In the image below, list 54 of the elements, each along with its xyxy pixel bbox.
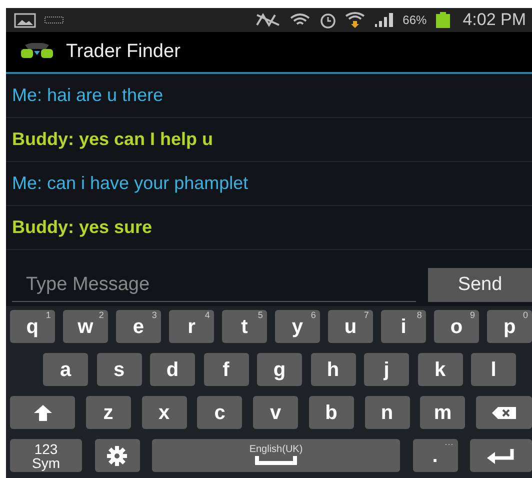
letter-key[interactable]: n xyxy=(364,396,410,429)
send-button[interactable]: Send xyxy=(428,268,532,302)
settings-key[interactable] xyxy=(94,439,140,472)
backspace-key[interactable] xyxy=(476,396,532,429)
wifi-download-icon xyxy=(344,11,365,29)
letter-key[interactable]: m xyxy=(420,396,466,429)
letter-key[interactable]: e 3 xyxy=(116,310,161,343)
letter-key[interactable]: p 0 xyxy=(487,310,532,343)
alarm-icon xyxy=(318,11,337,29)
letter-key[interactable]: f xyxy=(204,353,248,386)
enter-key[interactable] xyxy=(470,439,532,472)
letter-key[interactable]: b xyxy=(308,396,354,429)
app-title: Trader Finder xyxy=(66,40,180,64)
letter-key[interactable]: g xyxy=(257,353,302,386)
letter-key[interactable]: i 8 xyxy=(381,310,426,343)
letter-key[interactable]: j xyxy=(364,353,409,386)
letter-key[interactable]: l xyxy=(471,353,516,386)
period-key[interactable]: . ··· xyxy=(412,439,458,472)
letter-key[interactable]: x xyxy=(142,396,186,429)
letter-key[interactable]: s xyxy=(96,353,142,386)
letter-key[interactable]: w 2 xyxy=(63,310,108,343)
letter-key[interactable]: t 5 xyxy=(222,310,267,343)
letter-key[interactable]: a xyxy=(43,353,88,386)
letter-key[interactable]: o 9 xyxy=(434,310,479,343)
battery-percentage: 66% xyxy=(402,12,427,29)
space-bar-icon xyxy=(254,454,298,466)
app-logo-icon xyxy=(20,43,54,61)
shift-icon xyxy=(32,404,52,422)
space-key[interactable]: English(UK) xyxy=(152,439,400,472)
chat-message: Me: hai are u there xyxy=(12,84,164,107)
chat-message: Buddy: yes can I help u xyxy=(12,128,214,151)
letter-key[interactable]: r 4 xyxy=(169,310,214,343)
keyboard-language-label: English(UK) xyxy=(249,444,303,454)
shift-key[interactable] xyxy=(10,396,75,429)
signal-icon xyxy=(372,12,395,28)
enter-icon xyxy=(485,446,517,464)
picture-icon xyxy=(14,12,36,28)
chat-message: Buddy: yes sure xyxy=(12,216,152,239)
backspace-icon xyxy=(491,406,517,420)
battery-icon xyxy=(434,11,451,29)
letter-key[interactable]: v xyxy=(253,396,298,429)
letter-key[interactable]: c xyxy=(197,396,242,429)
letter-key[interactable]: u 7 xyxy=(328,310,373,343)
settings-icon xyxy=(106,444,128,466)
letter-key[interactable]: z xyxy=(86,396,131,429)
letter-key[interactable]: y 6 xyxy=(275,310,320,343)
symbols-key[interactable]: 123 Sym xyxy=(10,439,82,472)
chat-message: Me: can i have your phamplet xyxy=(12,172,248,195)
letter-key[interactable]: k xyxy=(418,353,462,386)
letter-key[interactable]: h xyxy=(310,353,356,386)
letter-key[interactable]: q 1 xyxy=(10,310,55,343)
clock-time: 4:02 PM xyxy=(462,9,526,32)
letter-key[interactable]: d xyxy=(150,353,195,386)
message-input-field[interactable]: Type Message xyxy=(12,268,416,302)
